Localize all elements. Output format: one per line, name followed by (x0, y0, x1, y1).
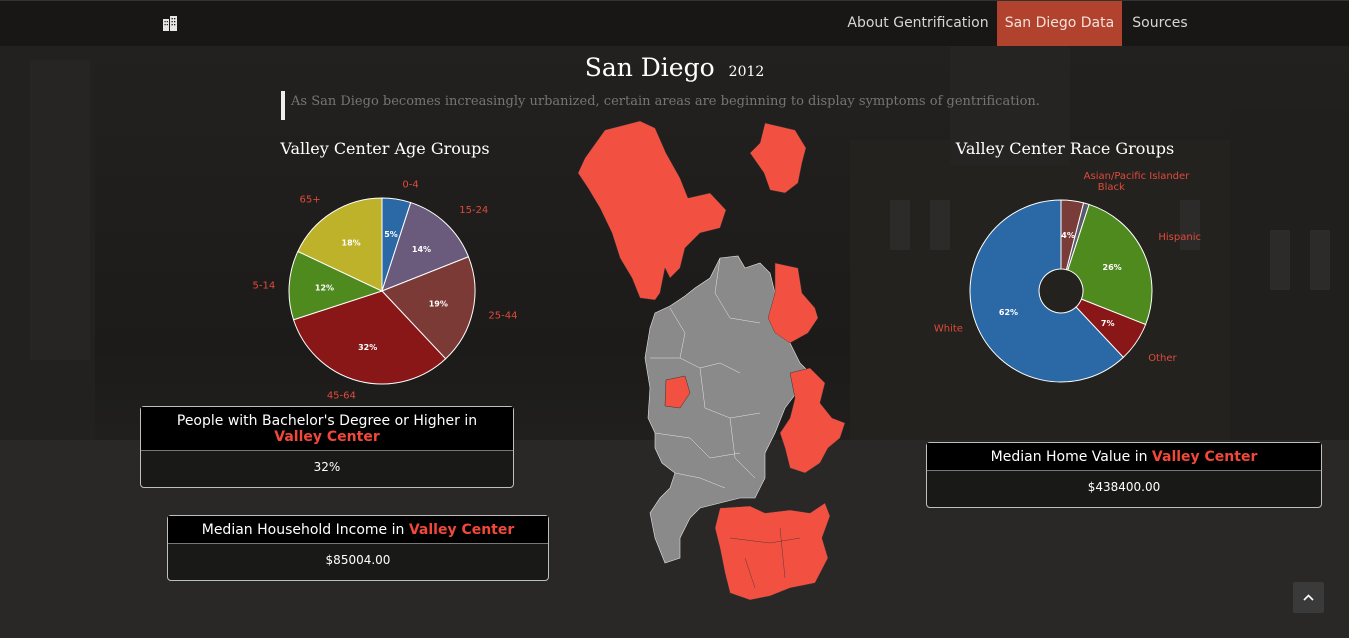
age-pct-45-64: 32% (358, 343, 377, 352)
income-location: Valley Center (408, 522, 515, 538)
age-chart-title: Valley Center Age Groups (280, 139, 490, 158)
building-icon[interactable] (162, 16, 178, 31)
nav-san-diego-data[interactable]: San Diego Data (997, 1, 1122, 46)
map-region-east[interactable] (767, 262, 819, 344)
race-pct-white: 62% (999, 308, 1018, 317)
bachelor-stat-header: People with Bachelor's Degree or Higher … (141, 407, 513, 451)
race-pct-asian-pacific-islander: 4% (1061, 231, 1075, 240)
city-name: San Diego (584, 53, 715, 82)
nav-about-gentrification[interactable]: About Gentrification (842, 1, 994, 46)
map-region-south[interactable] (714, 502, 831, 601)
bachelor-stat-box: People with Bachelor's Degree or Higher … (140, 406, 514, 488)
income-value: $85004.00 (325, 553, 391, 567)
age-label-0-4: 0-4 (402, 179, 418, 190)
nav-sources[interactable]: Sources (1125, 1, 1195, 46)
map-region-north-east[interactable] (749, 122, 807, 194)
san-diego-map[interactable] (570, 118, 860, 608)
race-pct-hispanic: 26% (1103, 263, 1122, 272)
age-pct-5-14: 12% (315, 283, 334, 292)
home-value-stat-header: Median Home Value in Valley Center (927, 443, 1321, 471)
age-label-5-14: 5-14 (253, 280, 276, 291)
race-chart-title: Valley Center Race Groups (955, 139, 1175, 158)
year-label: 2012 (728, 64, 765, 80)
race-label-other: Other (1148, 353, 1177, 364)
scroll-top-button[interactable] (1293, 582, 1324, 613)
chevron-up-icon (1303, 594, 1314, 601)
race-label-hispanic: Hispanic (1158, 232, 1201, 243)
race-label-black: Black (1098, 182, 1125, 193)
age-pct-65: 18% (342, 238, 361, 247)
page-title: San Diego 2012 (0, 53, 1349, 82)
age-pct-0-4: 5% (384, 230, 398, 239)
home-value: $438400.00 (1087, 480, 1161, 494)
income-stat-box: Median Household Income in Valley Center… (167, 515, 549, 581)
age-label-45-64: 45-64 (327, 391, 356, 400)
home-value-location: Valley Center (1151, 449, 1258, 465)
navbar: About Gentrification San Diego Data Sour… (0, 0, 1349, 46)
race-pie-chart: 4% Asian/Pacific IslanderBlack 26% Hispanic… (934, 171, 1201, 383)
age-label-65: 65+ (300, 195, 321, 206)
age-label-15-24: 15-24 (459, 205, 488, 216)
tagline-quote: As San Diego becomes increasingly urbani… (281, 91, 1040, 120)
race-pct-other: 7% (1101, 319, 1115, 328)
income-stat-header: Median Household Income in Valley Center (168, 516, 548, 544)
age-label-25-44: 25-44 (488, 310, 517, 321)
map-region-north-coastal[interactable] (577, 120, 727, 301)
bachelor-value: 32% (313, 460, 341, 474)
home-value-stat-box: Median Home Value in Valley Center $4384… (926, 442, 1322, 508)
race-label-white: White (934, 323, 963, 334)
bachelor-location: Valley Center (274, 429, 380, 445)
age-pct-25-44: 19% (429, 300, 448, 309)
race-label-asian-pacific-islander: Asian/Pacific Islander (1084, 171, 1191, 182)
age-pct-15-24: 14% (412, 245, 431, 254)
age-pie-chart: 5% 0-4 14% 15-24 19% 25-44 32% 45-64 12% 5-14 18% 6… (253, 179, 518, 400)
